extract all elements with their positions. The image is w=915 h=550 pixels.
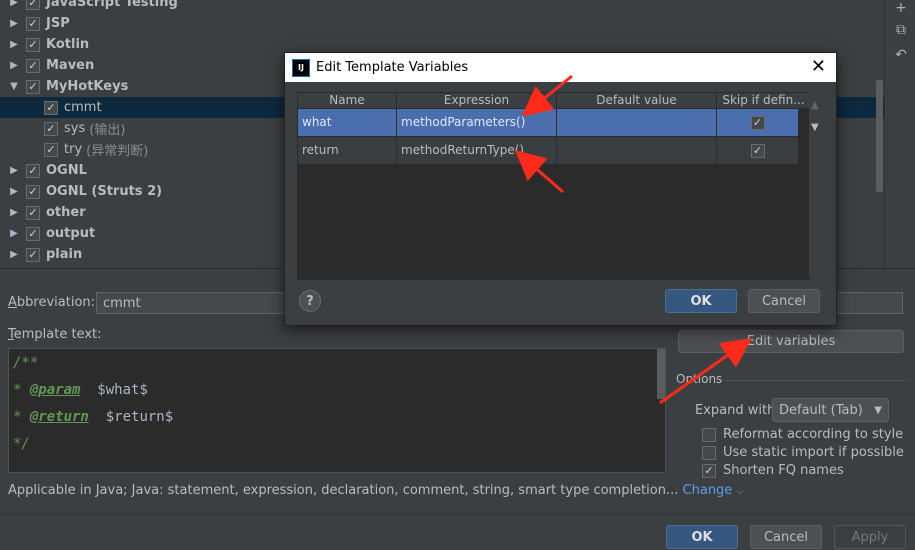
arrow-to-method-parameters [521,74,573,117]
arrow-to-method-return-type [514,150,564,194]
annotation-arrows [514,74,752,405]
arrow-to-edit-variables [659,338,752,405]
